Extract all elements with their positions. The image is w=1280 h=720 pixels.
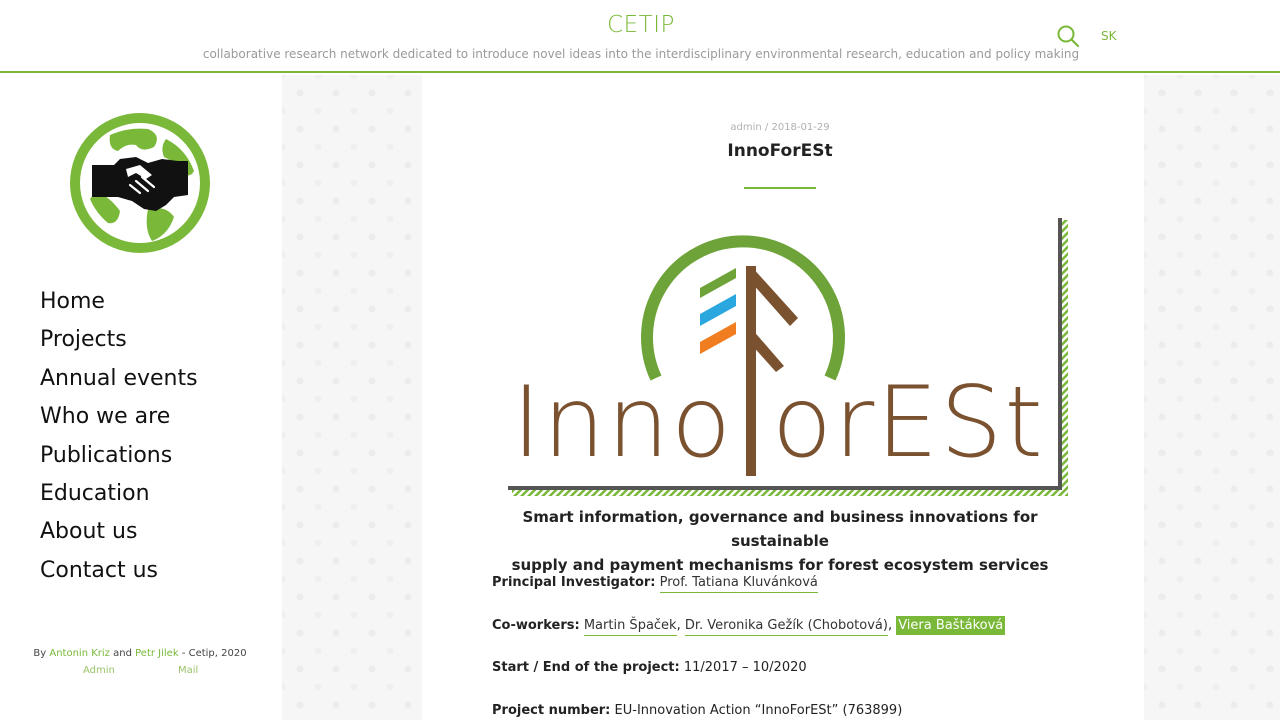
site-tagline: collaborative research network dedicated… (202, 47, 1080, 61)
pi-label: Principal Investigator: (492, 575, 656, 590)
coworker-link[interactable]: Dr. Veronika Gežík (Chobotová) (684, 618, 888, 636)
pi-link[interactable]: Prof. Tatiana Kluvánková (659, 575, 818, 593)
nav-item-publications[interactable]: Publications (40, 437, 198, 475)
principal-investigator-row: Principal Investigator: Prof. Tatiana Kl… (492, 575, 818, 593)
nav-item-contact-us[interactable]: Contact us (40, 552, 198, 590)
footer-credits: By Antonin Kriz and Petr Jilek - Cetip, … (0, 648, 280, 659)
project-subtitle: Smart information, governance and busine… (482, 505, 1078, 577)
number-label: Project number: (492, 703, 611, 718)
credits-author-link[interactable]: Petr Jilek (135, 648, 179, 659)
subtitle-line: Smart information, governance and busine… (522, 508, 1038, 550)
project-number-row: Project number: EU-Innovation Action “In… (492, 703, 902, 718)
main-navigation: Home Projects Annual events Who we are P… (40, 283, 198, 590)
credits-and: and (113, 648, 132, 659)
number-value: EU-Innovation Action “InnoForESt” (76389… (614, 703, 903, 718)
globe-handshake-logo[interactable] (70, 113, 210, 253)
nav-item-annual-events[interactable]: Annual events (40, 360, 198, 398)
admin-link[interactable]: Admin (83, 665, 115, 676)
logo-text-orest: orESt (772, 366, 1045, 480)
post-meta: admin / 2018-01-29 (730, 122, 830, 133)
coworkers-label: Co-workers: (492, 618, 580, 633)
logo-text-inno: Inno (512, 366, 733, 480)
coworkers-row: Co-workers: Martin Špaček, Dr. Veronika … (492, 616, 1006, 636)
nav-item-about-us[interactable]: About us (40, 513, 198, 551)
nav-item-education[interactable]: Education (40, 475, 198, 513)
dates-label: Start / End of the project: (492, 660, 680, 675)
background-pattern-left (282, 75, 422, 720)
post-title: InnoForESt (727, 141, 833, 161)
search-icon[interactable] (1056, 24, 1080, 48)
dates-value: 11/2017 – 10/2020 (683, 660, 807, 675)
site-title[interactable]: CETIP (0, 12, 1280, 38)
nav-item-projects[interactable]: Projects (40, 321, 198, 359)
language-switch-link[interactable]: SK (1101, 29, 1117, 43)
credits-by: By (33, 648, 47, 659)
mail-link[interactable]: Mail (178, 665, 198, 676)
background-pattern-right (1144, 75, 1280, 720)
coworker-link[interactable]: Martin Špaček (583, 618, 677, 636)
nav-item-who-we-are[interactable]: Who we are (40, 398, 198, 436)
credits-suffix: - Cetip, 2020 (181, 648, 247, 659)
nav-item-home[interactable]: Home (40, 283, 198, 321)
sidebar: Home Projects Annual events Who we are P… (0, 75, 282, 720)
subtitle-line: supply and payment mechanisms for forest… (511, 556, 1049, 574)
credits-author-link[interactable]: Antonin Kriz (49, 648, 110, 659)
project-logo-image: Inno orESt (508, 218, 1068, 496)
coworker-link-highlighted[interactable]: Viera Baštáková (896, 616, 1006, 635)
main-content: admin / 2018-01-29 InnoForESt Inno orESt… (422, 75, 1144, 720)
project-dates-row: Start / End of the project: 11/2017 – 10… (492, 660, 807, 675)
title-divider (744, 187, 816, 189)
site-header: CETIP collaborative research network ded… (0, 0, 1280, 73)
